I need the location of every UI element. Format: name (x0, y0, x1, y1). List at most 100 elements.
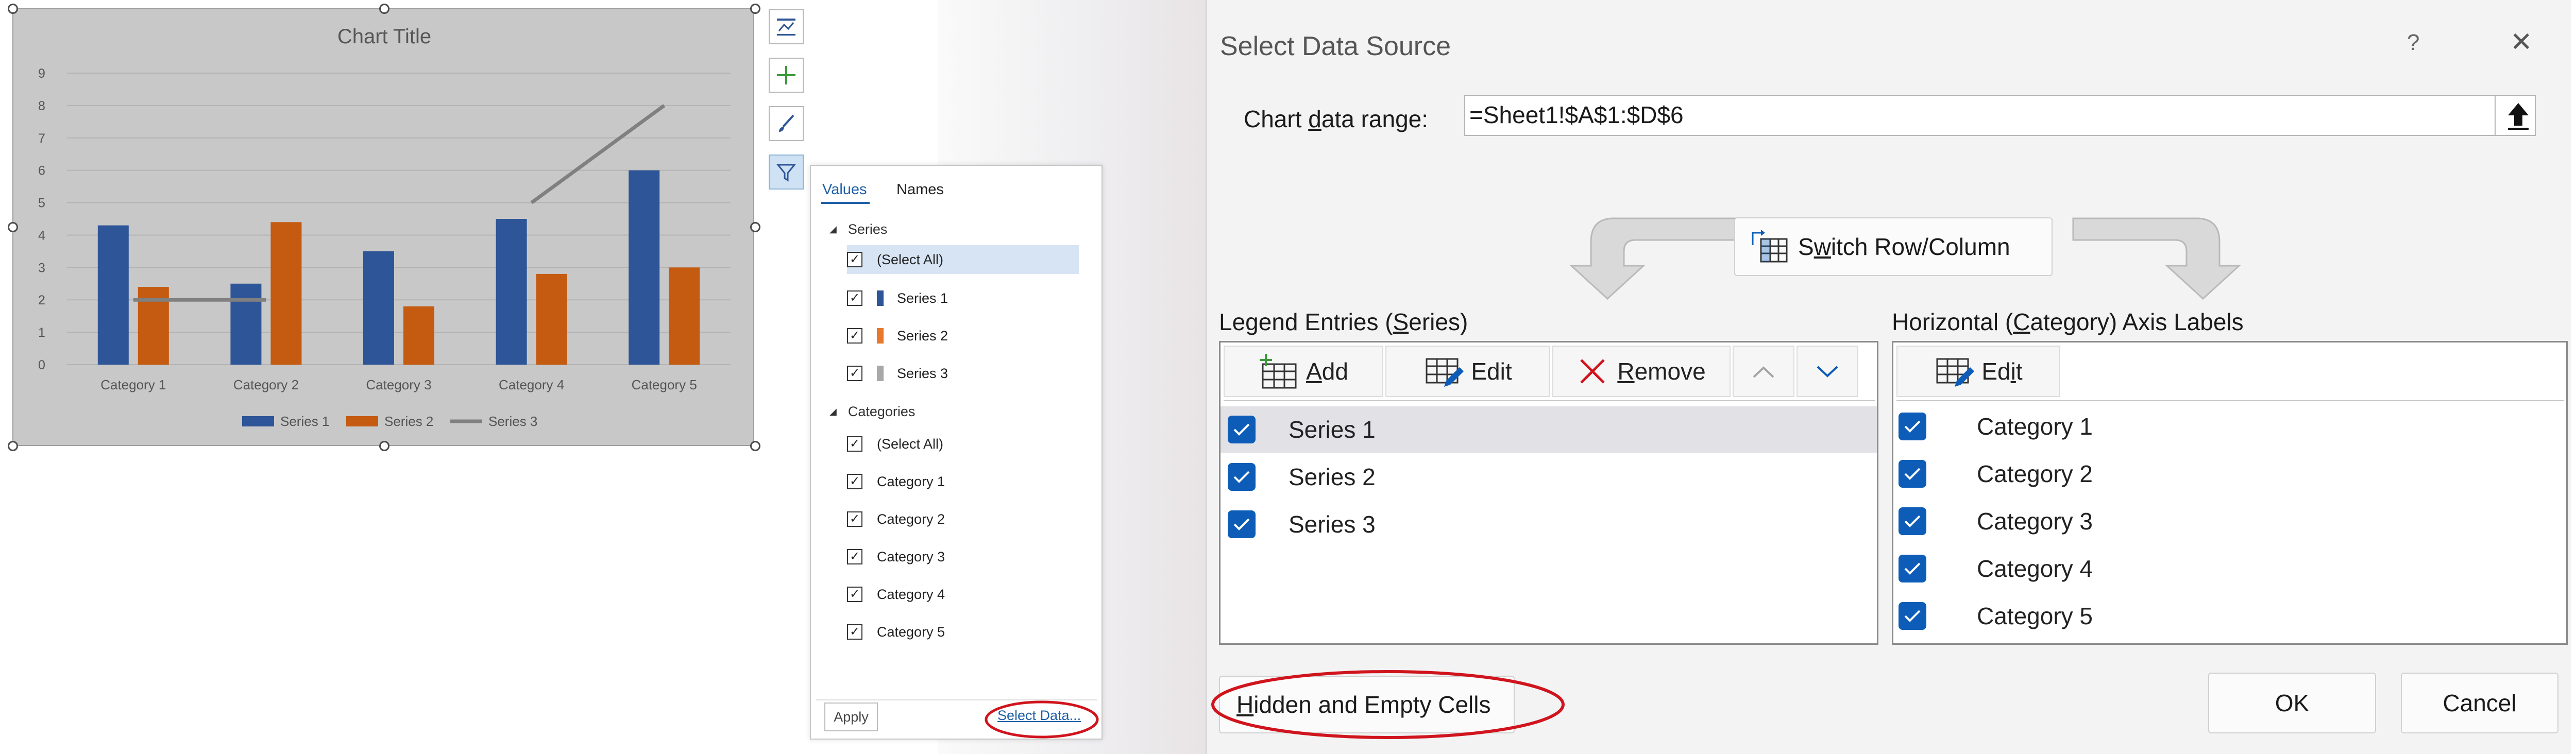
filter-item-label: Category 2 (877, 511, 945, 527)
x-tick-label: Category 5 (632, 377, 697, 392)
checkmark-icon (1904, 515, 1921, 527)
chart-layout-icon (777, 19, 795, 36)
checkbox[interactable] (1899, 602, 1926, 630)
chart-filters-button[interactable] (769, 155, 804, 190)
series-filter-item[interactable]: ✓ Series 2 (811, 320, 1101, 351)
add-series-button[interactable]: Add (1224, 346, 1383, 397)
categories-group-header[interactable]: ◢ Categories (829, 404, 915, 420)
filter-item-label: Category 4 (877, 586, 945, 602)
edit-axis-labels-button[interactable]: Edit (1896, 346, 2060, 397)
move-up-button[interactable] (1733, 346, 1794, 397)
apply-button[interactable]: Apply (824, 702, 878, 731)
chart-area[interactable]: Chart Title 0 1 2 3 4 5 6 7 8 9 Category 1 Category … (12, 8, 754, 446)
category-filter-item[interactable]: ✓ Category 1 (811, 466, 1101, 497)
checkbox[interactable] (1899, 413, 1926, 440)
checkbox[interactable]: ✓ (847, 436, 862, 452)
collapse-dialog-arrow-icon[interactable] (2504, 99, 2533, 132)
checkmark-icon (1904, 468, 1921, 480)
chart-title: Chart Title (337, 25, 431, 48)
tab-names[interactable]: Names (896, 181, 944, 198)
axis-label-row[interactable]: Category 3 (1893, 498, 2566, 544)
chart-data-range-input[interactable]: =Sheet1!$A$1:$D$6 (1464, 95, 2536, 136)
legend-entry-row[interactable]: Series 3 (1221, 501, 1877, 547)
axis-label-text: Category 4 (1977, 555, 2093, 582)
collapse-triangle-icon: ◢ (829, 224, 837, 234)
chart-data-range-value: =Sheet1!$A$1:$D$6 (1469, 101, 1684, 128)
category-filter-item[interactable]: ✓ (Select All) (811, 429, 1101, 459)
legend-entry-label: Series 2 (1289, 464, 1376, 490)
remove-series-button[interactable]: Remove (1552, 346, 1731, 397)
series-filter-item[interactable]: ✓ Series 3 (811, 358, 1101, 389)
category-filter-item[interactable]: ✓ Category 3 (811, 541, 1101, 572)
chart-styles-button[interactable] (769, 106, 804, 141)
resize-handle[interactable] (750, 4, 760, 14)
edit-series-button[interactable]: Edit (1385, 346, 1550, 397)
checkbox[interactable]: ✓ (847, 549, 862, 564)
cancel-button[interactable]: Cancel (2401, 673, 2558, 733)
resize-handle[interactable] (8, 441, 18, 451)
checkmark-icon (1233, 518, 1250, 530)
checkbox[interactable] (1899, 460, 1926, 488)
chart-svg: Chart Title 0 1 2 3 4 5 6 7 8 9 Category 1 Category … (38, 25, 731, 429)
checkbox[interactable]: ✓ (847, 366, 862, 381)
axis-label-row[interactable]: Category 5 (1893, 593, 2566, 639)
filter-item-label: Category 3 (877, 549, 945, 564)
series-filter-item[interactable]: ✓ Series 1 (811, 283, 1101, 314)
axis-label-row[interactable]: Category 4 (1893, 545, 2566, 592)
legend-swatch (346, 416, 378, 426)
checkbox[interactable] (1228, 510, 1256, 538)
resize-handle[interactable] (379, 441, 389, 451)
tab-underline (821, 202, 870, 204)
edit-table-icon (1936, 358, 1975, 387)
checkbox[interactable]: ✓ (847, 252, 862, 267)
chart-elements-button[interactable] (769, 9, 804, 44)
checkbox[interactable]: ✓ (847, 328, 862, 344)
resize-handle[interactable] (750, 222, 760, 232)
filter-item-label: Series 3 (897, 365, 948, 381)
checkbox[interactable]: ✓ (847, 474, 862, 489)
y-tick-label: 2 (38, 293, 45, 307)
legend-entry-row[interactable]: Series 2 (1221, 454, 1877, 500)
select-data-source-dialog: Select Data Source ? ✕ Chart data range:… (1206, 0, 2571, 754)
series-swatch (877, 366, 884, 381)
checkbox[interactable]: ✓ (847, 290, 862, 306)
resize-handle[interactable] (750, 441, 760, 451)
category-filter-item[interactable]: ✓ Category 4 (811, 579, 1101, 610)
ok-button[interactable]: OK (2208, 673, 2376, 733)
resize-handle[interactable] (8, 222, 18, 232)
tab-values[interactable]: Values (822, 181, 867, 198)
divider (1224, 400, 1875, 401)
move-down-button[interactable] (1797, 346, 1858, 397)
axis-label-text: Category 1 (1977, 413, 2093, 440)
y-tick-label: 3 (38, 261, 45, 275)
close-button[interactable]: ✕ (2510, 27, 2533, 58)
resize-handle[interactable] (379, 4, 389, 14)
checkbox[interactable] (1228, 416, 1256, 443)
legend-entry-label: Series 1 (1289, 416, 1376, 443)
checkmark-icon (1904, 562, 1921, 575)
checkbox[interactable]: ✓ (847, 511, 862, 527)
checkbox[interactable]: ✓ (847, 587, 862, 602)
checkbox[interactable] (1899, 555, 1926, 582)
axis-label-row[interactable]: Category 1 (1893, 403, 2566, 450)
checkbox[interactable] (1899, 507, 1926, 535)
chart-data-range-label: Chart data range: (1244, 106, 1429, 132)
switch-row-column-label: Switch Row/Column (1798, 233, 2010, 260)
chevron-up-icon (1753, 366, 1774, 378)
remove-label: Remove (1617, 358, 1706, 385)
switch-row-column-button[interactable]: Switch Row/Column (1734, 217, 2053, 276)
axis-label-row[interactable]: Category 2 (1893, 451, 2566, 497)
category-filter-item[interactable]: ✓ Category 5 (811, 616, 1101, 647)
series-filter-item[interactable]: ✓ (Select All) (847, 245, 1079, 274)
legend-entry-row[interactable]: Series 1 (1221, 406, 1877, 453)
series-swatch (877, 290, 884, 306)
resize-handle[interactable] (8, 4, 18, 14)
series-group-header[interactable]: ◢ Series (829, 221, 887, 237)
checkbox[interactable] (1228, 463, 1256, 491)
help-button[interactable]: ? (2407, 30, 2419, 56)
category-filter-item[interactable]: ✓ Category 2 (811, 504, 1101, 535)
add-chart-element-button[interactable] (769, 58, 804, 93)
checkbox[interactable]: ✓ (847, 624, 862, 640)
checkmark-icon (1233, 471, 1250, 483)
bar-series-1 (629, 170, 660, 365)
